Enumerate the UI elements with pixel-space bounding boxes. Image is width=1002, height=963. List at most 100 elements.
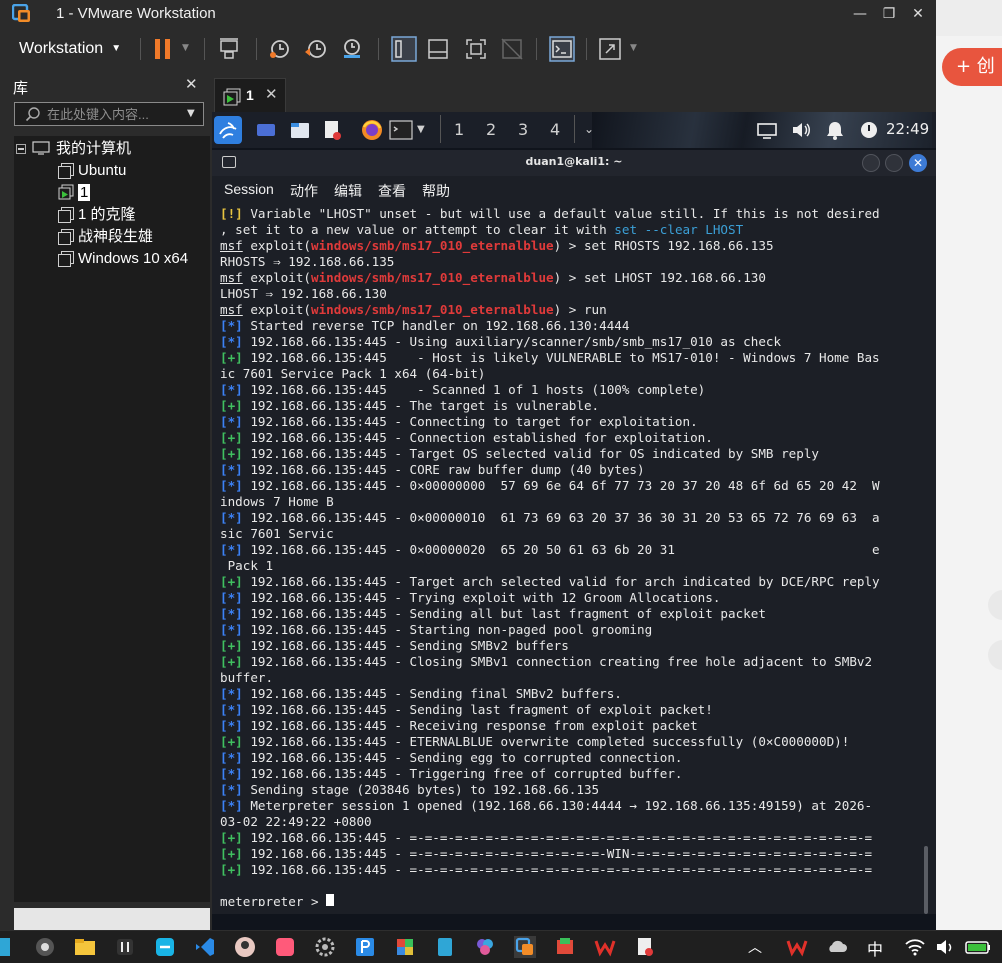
terminal-scrollbar[interactable] (924, 846, 928, 914)
terminal-text: 192.168.66.135:445 - 0×00000010 61 73 69… (242, 510, 880, 525)
terminal-title: duan1@kali1: ~ (525, 155, 623, 168)
chevron-down-icon[interactable]: ▼ (417, 124, 425, 135)
speaker-icon[interactable] (934, 936, 956, 958)
unity-icon[interactable] (498, 35, 526, 63)
widget-icon[interactable] (0, 936, 14, 958)
library-scrollbar[interactable] (14, 908, 210, 930)
chevron-down-icon[interactable]: ⌄ (584, 122, 594, 136)
tray-app-icon[interactable] (786, 936, 808, 958)
console-view-icon[interactable] (548, 35, 576, 63)
app-icon-16[interactable] (634, 936, 656, 958)
kali-menu-icon[interactable] (214, 116, 242, 144)
background-circle-button[interactable] (988, 640, 1002, 670)
minimize-icon[interactable]: — (850, 4, 870, 24)
file-explorer-icon[interactable] (74, 936, 96, 958)
app-icon-6[interactable] (234, 936, 256, 958)
app-icon-10[interactable] (394, 936, 416, 958)
terminal-text: meterpreter (220, 894, 304, 906)
workspace-1[interactable]: 1 (454, 120, 464, 139)
wps-icon[interactable] (594, 936, 616, 958)
app-icon-7[interactable] (274, 936, 296, 958)
terminal-text: msf (220, 270, 243, 285)
collapse-icon[interactable] (16, 144, 26, 154)
app-icon-4[interactable] (154, 936, 176, 958)
terminal-text: ) > set LHOST 192.168.66.130 (553, 270, 766, 285)
terminal-text: 192.168.66.135:445 - The target is vulne… (242, 398, 600, 413)
vscode-icon[interactable] (194, 936, 216, 958)
terminal-line: [*] 192.168.66.135:445 - Using auxiliary… (220, 334, 920, 350)
app-icon-3[interactable] (114, 936, 136, 958)
notifications-icon[interactable] (824, 118, 846, 142)
revert-snapshot-icon[interactable] (302, 35, 330, 63)
terminal-launcher-icon[interactable] (388, 118, 414, 142)
power-icon[interactable] (858, 118, 880, 142)
close-icon[interactable]: ✕ (908, 4, 928, 24)
vm-icon (58, 229, 74, 245)
tree-item-vm[interactable]: 战神段生雄 (58, 226, 153, 248)
text-editor-icon[interactable] (320, 118, 344, 142)
minimize-icon[interactable] (862, 154, 880, 172)
firefox-icon[interactable] (360, 118, 384, 142)
app-icon-12[interactable] (474, 936, 496, 958)
menu-view[interactable]: 查看 (378, 181, 406, 201)
chevron-up-icon[interactable]: ︿ (748, 937, 762, 957)
tree-item-windows-10[interactable]: Windows 10 x64 (58, 248, 188, 270)
restore-icon[interactable]: ❐ (879, 4, 899, 24)
wifi-icon[interactable] (904, 936, 926, 958)
tree-item-ubuntu[interactable]: Ubuntu (58, 160, 126, 182)
tree-root-label: 我的计算机 (56, 140, 132, 157)
menu-edit[interactable]: 编辑 (334, 181, 362, 201)
chevron-down-icon[interactable]: ▼ (182, 43, 189, 53)
stretch-guest-icon[interactable] (596, 35, 624, 63)
app-icon-9[interactable] (354, 936, 376, 958)
battery-icon[interactable] (964, 936, 992, 958)
thumbnail-bar-icon[interactable] (424, 35, 452, 63)
file-manager-icon[interactable] (288, 118, 312, 142)
tab-vm-1[interactable]: 1 ✕ (214, 78, 286, 112)
menu-help[interactable]: 帮助 (422, 181, 450, 201)
tree-item-1-clone[interactable]: 1 的克隆 (58, 204, 136, 226)
background-circle-button[interactable] (988, 590, 1002, 620)
chevron-down-icon[interactable]: ▼ (630, 43, 637, 53)
terminal-cursor (326, 894, 335, 906)
terminal-line: msf exploit(windows/smb/ms17_010_eternal… (220, 238, 920, 254)
terminal-text: ) > run (553, 302, 607, 317)
maximize-icon[interactable] (885, 154, 903, 172)
app-icon-1[interactable] (34, 936, 56, 958)
app-icon-14[interactable] (554, 936, 576, 958)
app-icon-11[interactable] (434, 936, 456, 958)
cloud-icon[interactable] (826, 936, 848, 958)
library-search[interactable]: ▼ (14, 102, 204, 126)
tree-root-my-computer[interactable]: 我的计算机 (16, 138, 131, 160)
terminal-output[interactable]: [!] Variable "LHOST" unset - but will us… (220, 206, 920, 906)
display-icon[interactable] (756, 118, 778, 142)
vmware-taskbar-icon[interactable] (514, 936, 536, 958)
snapshot-manager-icon[interactable] (338, 35, 366, 63)
close-icon[interactable]: ✕ (185, 75, 198, 93)
settings-icon[interactable] (314, 936, 336, 958)
background-create-button[interactable]: + 创 (942, 48, 1002, 86)
workstation-menu[interactable]: Workstation ▼ (8, 34, 129, 64)
vm-display[interactable]: ▼ 1 2 3 4 ⌄ 22:49 duan1@kali1: ~ ✕ Sessi… (212, 112, 936, 930)
menu-session[interactable]: Session (224, 181, 274, 197)
clock[interactable]: 22:49 (886, 120, 929, 138)
workspace-4[interactable]: 4 (550, 120, 560, 139)
show-library-icon[interactable] (390, 35, 418, 63)
terminal-line: Pack 1 (220, 558, 920, 574)
send-ctrl-alt-del-icon[interactable] (216, 35, 244, 63)
full-screen-icon[interactable] (462, 35, 490, 63)
pause-icon[interactable] (150, 35, 178, 63)
workspace-3[interactable]: 3 (518, 120, 528, 139)
tree-item-1[interactable]: 1 (58, 182, 91, 204)
chevron-down-icon[interactable]: ▼ (187, 108, 195, 119)
close-icon[interactable]: ✕ (909, 154, 927, 172)
library-search-input[interactable] (47, 105, 183, 123)
workspace-2[interactable]: 2 (486, 120, 496, 139)
volume-icon[interactable] (790, 118, 812, 142)
menu-actions[interactable]: 动作 (290, 181, 318, 201)
ime-indicator[interactable]: 中 (867, 936, 883, 960)
snapshot-icon[interactable] (266, 35, 294, 63)
close-icon[interactable]: ✕ (265, 85, 278, 103)
vmware-app-icon (12, 4, 30, 22)
show-desktop-icon[interactable] (254, 118, 278, 142)
